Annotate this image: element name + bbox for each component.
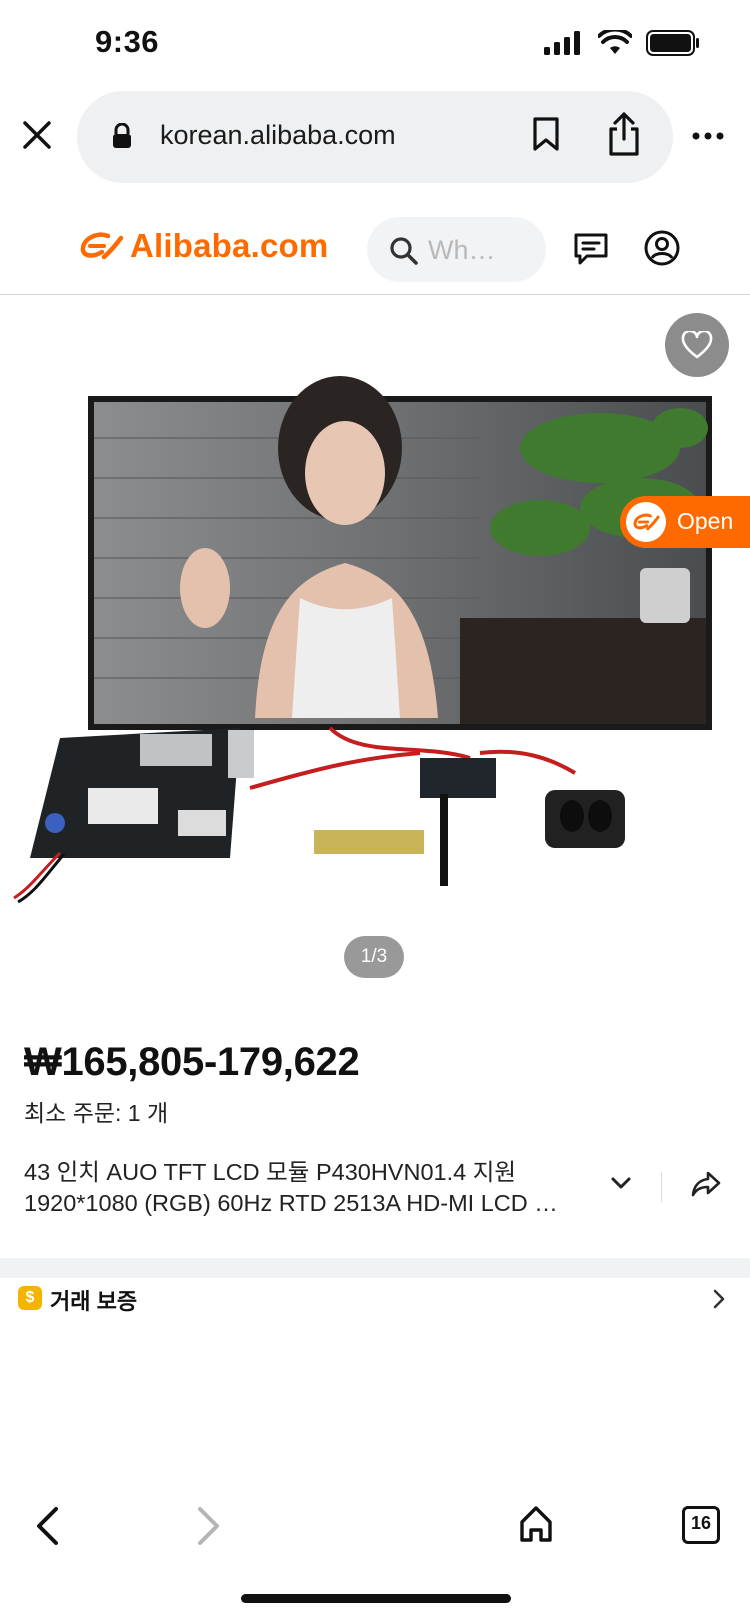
tabs-button[interactable]: 16 xyxy=(682,1506,720,1544)
product-price: ₩165,805-179,622 xyxy=(24,1040,360,1084)
chevron-down-icon[interactable] xyxy=(610,1176,632,1190)
open-in-app-button[interactable]: Open xyxy=(620,496,750,548)
alibaba-logo-icon xyxy=(80,232,124,260)
search-icon xyxy=(390,237,418,265)
trade-assurance-row[interactable]: $ 거래 보증 xyxy=(0,1278,750,1323)
logo-text: Alibaba.com xyxy=(130,227,329,264)
minimum-order: 최소 주문: 1 개 xyxy=(24,1100,169,1126)
tab-count: 16 xyxy=(690,1513,712,1533)
share-icon[interactable] xyxy=(607,111,641,157)
wifi-icon xyxy=(598,30,632,54)
product-title-line-2: 1920*1080 (RGB) 60Hz RTD 2513A HD-MI LCD… xyxy=(24,1190,558,1216)
address-bar[interactable]: korean.alibaba.com xyxy=(77,91,673,183)
search-box[interactable]: Wh… xyxy=(367,217,546,282)
section-separator xyxy=(0,1258,750,1278)
trade-assurance-icon: $ xyxy=(18,1286,42,1310)
message-icon[interactable] xyxy=(573,232,609,266)
search-placeholder: Wh… xyxy=(428,235,496,265)
alibaba-logo[interactable]: Alibaba.com xyxy=(78,227,328,265)
bookmark-icon[interactable] xyxy=(532,116,560,152)
alibaba-app-icon xyxy=(626,502,666,542)
pager-text: 1/3 xyxy=(360,946,388,967)
share-forward-icon[interactable] xyxy=(690,1170,722,1198)
open-label: Open xyxy=(677,508,734,534)
home-icon[interactable] xyxy=(518,1504,554,1544)
product-title-line-1: 43 인치 AUO TFT LCD 모듈 P430HVN01.4 지원 xyxy=(24,1159,516,1185)
header-divider xyxy=(0,294,750,295)
product-title[interactable]: 43 인치 AUO TFT LCD 모듈 P430HVN01.4 지원 1920… xyxy=(24,1157,614,1219)
url-text: korean.alibaba.com xyxy=(160,120,396,150)
trade-assurance-label: 거래 보증 xyxy=(50,1289,138,1314)
lock-icon xyxy=(113,123,131,148)
product-image-carousel[interactable]: Open 1/3 xyxy=(0,298,750,998)
title-divider xyxy=(661,1172,662,1202)
image-pager: 1/3 xyxy=(344,936,404,978)
home-indicator xyxy=(241,1594,511,1603)
status-time: 9:36 xyxy=(95,24,160,59)
battery-icon xyxy=(646,30,699,56)
forward-icon[interactable] xyxy=(196,1506,222,1546)
status-icons xyxy=(544,30,700,56)
product-image xyxy=(13,376,712,904)
signal-icon xyxy=(544,31,580,55)
back-icon[interactable] xyxy=(34,1506,60,1546)
more-icon[interactable] xyxy=(692,132,724,140)
close-icon[interactable] xyxy=(20,118,54,152)
chevron-right-icon xyxy=(713,1289,725,1309)
favorite-button[interactable] xyxy=(665,313,729,377)
heart-icon xyxy=(681,331,713,359)
user-account-icon[interactable] xyxy=(644,230,680,266)
